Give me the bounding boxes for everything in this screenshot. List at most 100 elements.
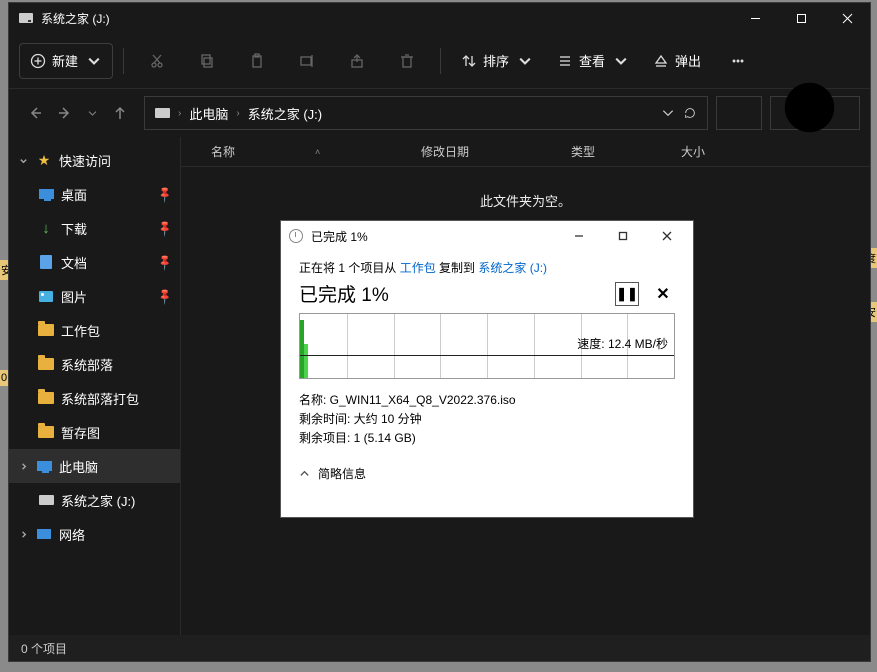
folder-icon	[38, 358, 54, 370]
sidebar: ★ 快速访问 桌面 📌 ↓ 下载 📌 文档 📌 图片 📌	[9, 137, 181, 635]
item-count: 0 个项目	[21, 640, 67, 657]
search-box[interactable]	[770, 96, 860, 130]
dialog-title: 已完成 1%	[311, 228, 368, 245]
new-label: 新建	[52, 51, 78, 70]
file-name-row: 名称: G_WIN11_X64_Q8_V2022.376.iso	[299, 391, 675, 410]
pin-icon: 📌	[156, 219, 175, 238]
pin-icon: 📌	[156, 253, 175, 272]
star-icon: ★	[35, 152, 53, 168]
refresh-button[interactable]	[683, 106, 697, 120]
sort-indicator-icon: ˄	[315, 147, 320, 157]
sidebar-label: 快速访问	[59, 151, 111, 170]
sidebar-label: 文档	[61, 253, 87, 272]
network-icon	[37, 529, 51, 539]
folder-icon	[38, 324, 54, 336]
col-date[interactable]: 修改日期	[421, 143, 571, 160]
cut-button[interactable]	[134, 43, 180, 79]
dialog-minimize-button[interactable]	[561, 222, 597, 250]
sidebar-workbag[interactable]: 工作包	[9, 313, 180, 347]
window-title: 系统之家 (J:)	[41, 10, 110, 27]
status-bar: 0 个项目	[9, 635, 870, 661]
sidebar-label: 系统部落打包	[61, 389, 139, 408]
remaining-time-row: 剩余时间: 大约 10 分钟	[299, 410, 675, 429]
share-button[interactable]	[334, 43, 380, 79]
toolbar-divider	[123, 48, 124, 74]
nav-extra-button[interactable]	[716, 96, 762, 130]
sidebar-label: 暂存图	[61, 423, 100, 442]
new-button[interactable]: 新建	[19, 43, 113, 79]
folder-icon	[38, 426, 54, 438]
sidebar-drive-j[interactable]: 系统之家 (J:)	[9, 483, 180, 517]
drive-icon	[155, 108, 170, 118]
copy-description: 正在将 1 个项目从 工作包 复制到 系统之家 (J:)	[299, 259, 675, 276]
pin-icon: 📌	[156, 185, 175, 204]
picture-icon	[39, 291, 53, 302]
dialog-titlebar[interactable]: 已完成 1%	[281, 221, 693, 251]
paste-button[interactable]	[234, 43, 280, 79]
pause-button[interactable]: ❚❚	[615, 282, 639, 306]
more-button[interactable]	[715, 43, 761, 79]
sidebar-network[interactable]: 网络	[9, 517, 180, 551]
toolbar-divider	[440, 48, 441, 74]
eject-label: 弹出	[675, 51, 701, 70]
up-button[interactable]	[112, 105, 128, 121]
dialog-close-button[interactable]	[649, 222, 685, 250]
sidebar-label: 桌面	[61, 185, 87, 204]
progress-status: 已完成 1%	[299, 280, 389, 307]
sidebar-quick-access[interactable]: ★ 快速访问	[9, 143, 180, 177]
columns-header[interactable]: 名称 ˄ 修改日期 类型 大小	[181, 137, 870, 167]
drive-icon	[19, 13, 33, 23]
chevron-right-icon: ›	[236, 108, 239, 119]
recent-dropdown[interactable]	[87, 105, 98, 121]
chevron-down-icon[interactable]	[661, 106, 675, 120]
sidebar-label: 系统部落	[61, 355, 113, 374]
rename-button[interactable]	[284, 43, 330, 79]
download-icon: ↓	[37, 220, 55, 236]
delete-button[interactable]	[384, 43, 430, 79]
peek-text: 0	[0, 370, 8, 386]
sidebar-tempimg[interactable]: 暂存图	[9, 415, 180, 449]
speed-chart: 速度: 12.4 MB/秒	[299, 313, 675, 379]
drive-icon	[39, 495, 54, 505]
sidebar-label: 下载	[61, 219, 87, 238]
view-button[interactable]: 查看	[547, 43, 639, 79]
sidebar-desktop[interactable]: 桌面 📌	[9, 177, 180, 211]
sidebar-this-pc[interactable]: 此电脑	[9, 449, 180, 483]
col-size[interactable]: 大小	[681, 143, 761, 160]
clock-icon	[289, 229, 303, 243]
speed-label: 速度: 12.4 MB/秒	[577, 335, 668, 352]
breadcrumb[interactable]: › 此电脑 › 系统之家 (J:)	[144, 96, 708, 130]
copy-button[interactable]	[184, 43, 230, 79]
dialog-maximize-button[interactable]	[605, 222, 641, 250]
monitor-icon	[37, 461, 52, 471]
sort-button[interactable]: 排序	[451, 43, 543, 79]
sidebar-pictures[interactable]: 图片 📌	[9, 279, 180, 313]
fewer-details-toggle[interactable]: 简略信息	[299, 465, 675, 482]
minimize-button[interactable]	[732, 3, 778, 33]
eject-button[interactable]: 弹出	[643, 43, 711, 79]
back-button[interactable]	[27, 105, 43, 121]
titlebar[interactable]: 系统之家 (J:)	[9, 3, 870, 33]
sidebar-label: 系统之家 (J:)	[61, 491, 135, 510]
cancel-button[interactable]: ✕	[651, 282, 675, 306]
sidebar-sysdrop-pack[interactable]: 系统部落打包	[9, 381, 180, 415]
col-name[interactable]: 名称	[211, 143, 235, 160]
breadcrumb-item[interactable]: 此电脑	[189, 104, 228, 123]
copy-source-link[interactable]: 工作包	[400, 261, 436, 275]
col-type[interactable]: 类型	[571, 143, 681, 160]
sidebar-sysdrop[interactable]: 系统部落	[9, 347, 180, 381]
close-button[interactable]	[824, 3, 870, 33]
copy-dest-link[interactable]: 系统之家 (J:)	[478, 261, 547, 275]
folder-icon	[38, 392, 54, 404]
sidebar-label: 此电脑	[59, 457, 98, 476]
sidebar-documents[interactable]: 文档 📌	[9, 245, 180, 279]
maximize-button[interactable]	[778, 3, 824, 33]
document-icon	[40, 255, 52, 269]
sidebar-downloads[interactable]: ↓ 下载 📌	[9, 211, 180, 245]
sort-label: 排序	[483, 51, 509, 70]
breadcrumb-item[interactable]: 系统之家 (J:)	[248, 104, 322, 123]
toolbar: 新建 排序 查看 弹出	[9, 33, 870, 89]
forward-button[interactable]	[57, 105, 73, 121]
nav-row: › 此电脑 › 系统之家 (J:)	[9, 89, 870, 137]
sidebar-label: 网络	[59, 525, 85, 544]
